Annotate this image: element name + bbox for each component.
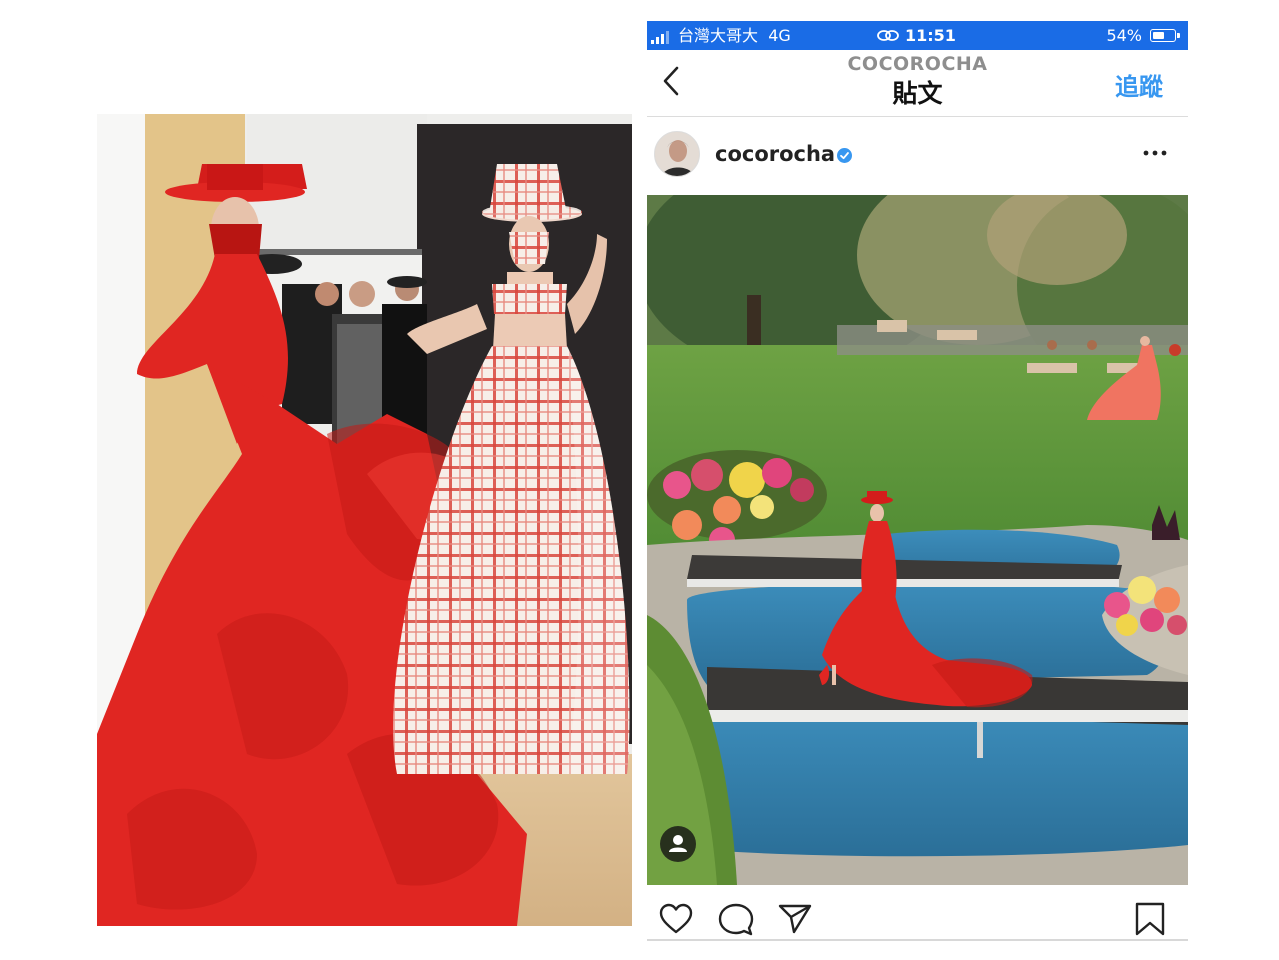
avatar[interactable]: [654, 131, 700, 177]
post-header: cocorocha: [647, 121, 1188, 191]
post-image[interactable]: [647, 195, 1188, 885]
heart-icon[interactable]: [658, 901, 694, 937]
person-tag-icon[interactable]: [660, 826, 696, 862]
status-time: 11:51: [905, 26, 956, 45]
runway-pool-photo: [647, 195, 1188, 885]
post-username[interactable]: cocorocha: [715, 142, 835, 166]
share-icon[interactable]: [777, 901, 813, 937]
verified-badge-icon: [837, 148, 852, 163]
comment-icon[interactable]: [718, 901, 754, 937]
follow-button[interactable]: 追蹤: [1115, 67, 1163, 102]
battery-icon: [1150, 29, 1180, 42]
left-fashion-photo: [97, 114, 632, 926]
bookmark-icon[interactable]: [1132, 901, 1168, 937]
divider: [647, 939, 1188, 941]
carrier-name: 台灣大哥大 4G: [678, 26, 791, 45]
battery-percent: 54%: [1106, 26, 1142, 45]
post-action-bar: [647, 885, 1188, 941]
nav-bar: COCOROCHA 貼文 追蹤: [647, 50, 1188, 117]
backstage-photo: [97, 114, 632, 926]
ellipsis-icon[interactable]: [1142, 143, 1168, 163]
vpn-link-icon: [877, 30, 899, 41]
page-title: 貼文: [892, 79, 943, 108]
signal-icon: [651, 30, 675, 44]
instagram-screenshot: 台灣大哥大 4G 11:51 54% COCOROCHA 貼文 追蹤 cocor…: [647, 21, 1188, 941]
nav-account-name: COCOROCHA: [847, 53, 988, 75]
status-bar: 台灣大哥大 4G 11:51 54%: [647, 21, 1188, 50]
network-type: 4G: [768, 26, 791, 45]
